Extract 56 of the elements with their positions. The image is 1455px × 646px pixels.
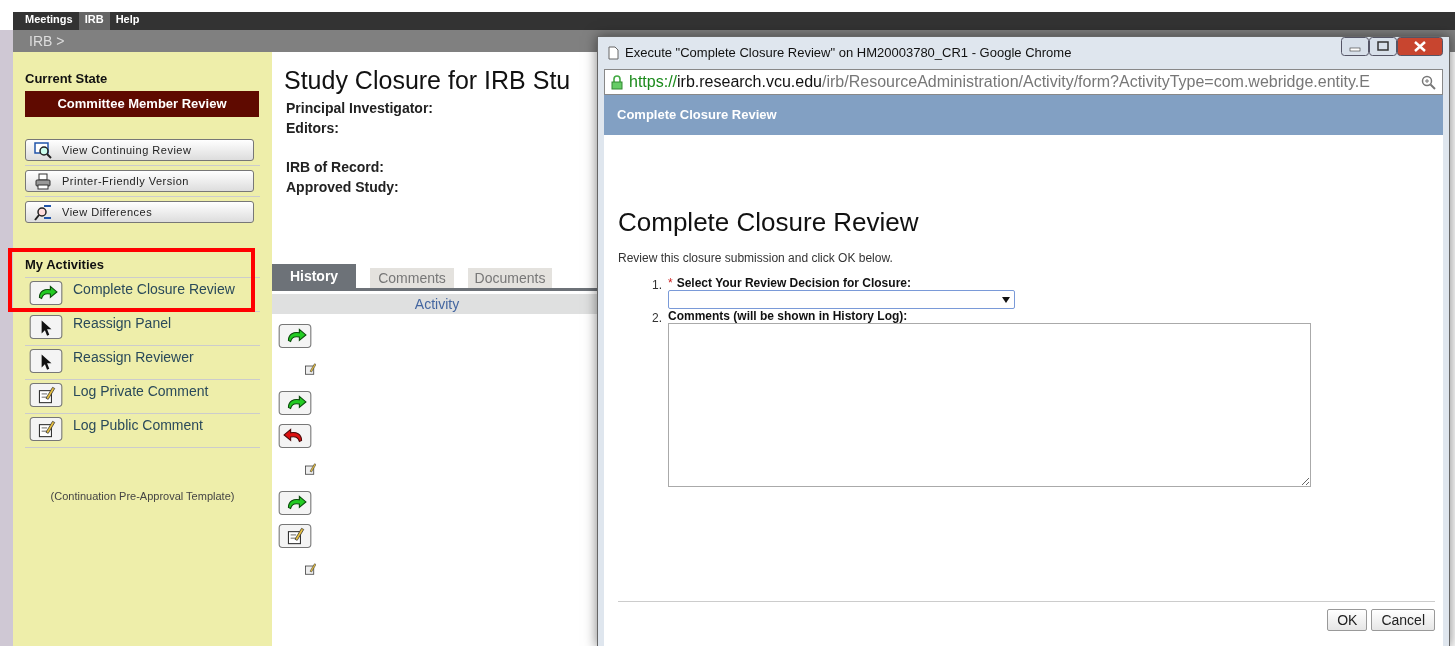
question-label: Comments (will be shown in History Log): — [668, 309, 908, 323]
nav-tab[interactable]: Help — [109, 12, 146, 30]
tab[interactable]: History — [272, 264, 356, 288]
notepad-icon[interactable] — [27, 383, 65, 407]
window-title: Execute "Complete Closure Review" on HM20003780_CR1 - Google Chrome — [625, 44, 1073, 63]
question-number: 1. — [651, 277, 662, 294]
activity-link[interactable]: Log Private Comment — [73, 383, 209, 399]
field-label: IRB of Record: — [286, 158, 384, 177]
tab[interactable]: Documents — [468, 268, 552, 288]
tab[interactable]: Comments — [370, 268, 454, 288]
section-title: Current State — [25, 71, 109, 87]
dialog-button[interactable]: OK — [1327, 609, 1368, 631]
comments-field[interactable] — [668, 323, 1311, 487]
page-icon — [608, 46, 619, 60]
maximize-icon[interactable] — [1369, 37, 1397, 56]
question-label: Select Your Review Decision for Closure: — [676, 276, 911, 290]
state-badge: Committee Member Review — [25, 91, 259, 117]
activity-link[interactable]: Log Public Comment — [73, 417, 203, 433]
notepad-icon[interactable] — [27, 417, 65, 441]
section-title: My Activities — [25, 257, 260, 278]
question-number: 2. — [651, 310, 662, 327]
zoom-icon[interactable] — [1421, 74, 1436, 90]
dialog-heading: Complete Closure Review — [618, 207, 920, 237]
field-label: Approved Study: — [286, 178, 399, 197]
notepad-icon — [304, 461, 316, 477]
address-bar[interactable]: https://irb.research.vcu.edu/irb/ResourceAdministration/Activity/form?ActivityType=com.webridge.entity.E — [604, 69, 1443, 95]
template-note: (Continuation Pre-Approval Template) — [49, 489, 236, 504]
field-label: Editors: — [286, 119, 339, 138]
required-mark: * — [668, 276, 673, 290]
dropdown-arrow-icon — [1002, 296, 1010, 303]
field-label: Principal Investigator: — [286, 99, 434, 118]
sidebar-button[interactable]: View Continuing Review — [25, 139, 254, 161]
minimize-icon[interactable] — [1341, 37, 1369, 56]
nav-tab[interactable]: IRB — [78, 12, 110, 30]
decision-dropdown[interactable] — [668, 290, 1015, 309]
notepad-icon[interactable] — [276, 523, 314, 548]
url-text: https://irb.research.vcu.edu/irb/ResourceAdministration/Activity/form?ActivityType=com.webridge.entity.E — [629, 72, 1371, 92]
magnifier-icon — [34, 141, 52, 159]
dialog-button[interactable]: Cancel — [1371, 609, 1435, 631]
notepad-icon — [304, 361, 316, 377]
printer-icon — [34, 172, 52, 190]
sidebar-button[interactable]: View Differences — [25, 201, 254, 223]
page-title: Study Closure for IRB Stu — [284, 65, 571, 96]
activity-link[interactable]: Reassign Reviewer — [73, 349, 194, 365]
sidebar-button[interactable]: Printer-Friendly Version — [25, 170, 254, 192]
instructions-text: Review this closure submission and click OK below. — [618, 250, 894, 267]
compare-icon — [34, 203, 52, 221]
dialog-header: Complete Closure Review — [604, 95, 1443, 135]
close-icon[interactable] — [1397, 37, 1443, 56]
notepad-icon — [304, 561, 316, 577]
activity-link[interactable]: Reassign Panel — [73, 315, 172, 331]
lock-icon — [611, 74, 623, 90]
activity-link[interactable]: Complete Closure Review — [73, 281, 235, 297]
pointer-icon[interactable] — [27, 315, 65, 339]
pointer-icon[interactable] — [27, 349, 65, 373]
nav-tab[interactable]: Meetings — [19, 12, 79, 30]
